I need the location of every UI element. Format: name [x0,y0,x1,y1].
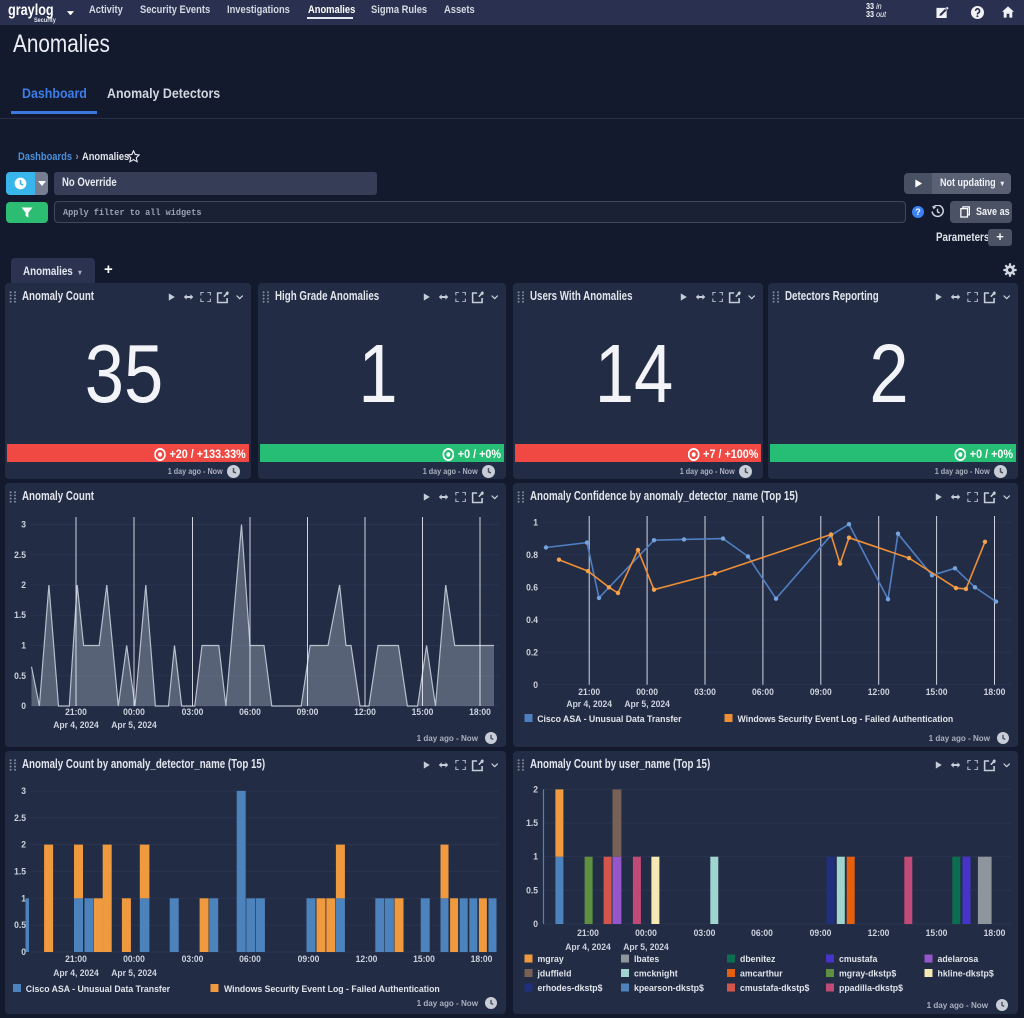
svg-text:21:00: 21:00 [65,954,87,964]
svg-text:12:00: 12:00 [868,928,890,938]
svg-text:2: 2 [21,580,26,590]
svg-text:09:00: 09:00 [810,687,832,697]
svg-text:cmustafa-dkstp$: cmustafa-dkstp$ [740,983,809,993]
svg-text:1 day ago - Now: 1 day ago - Now [417,998,479,1008]
svg-text:0: 0 [533,680,538,690]
svg-text:21:00: 21:00 [578,687,600,697]
svg-text:12:00: 12:00 [868,687,890,697]
svg-text:15:00: 15:00 [413,954,435,964]
svg-text:0.8: 0.8 [526,550,538,560]
svg-text:1 day ago - Now: 1 day ago - Now [927,1000,989,1010]
svg-text:00:00: 00:00 [123,954,145,964]
svg-text:12:00: 12:00 [356,954,378,964]
svg-text:3: 3 [21,786,26,796]
svg-text:Apr 4, 2024: Apr 4, 2024 [53,720,99,730]
svg-text:mgray: mgray [538,954,565,964]
svg-text:Apr 4, 2024: Apr 4, 2024 [565,942,611,952]
svg-text:1.5: 1.5 [526,818,538,828]
svg-text:00:00: 00:00 [123,707,145,717]
svg-text:2: 2 [21,839,26,849]
svg-text:cmcknight: cmcknight [634,968,678,978]
svg-text:18:00: 18:00 [984,687,1006,697]
svg-text:cmustafa: cmustafa [839,954,878,964]
svg-text:1.5: 1.5 [14,610,26,620]
svg-text:1.5: 1.5 [14,866,26,876]
svg-text:adelarosa: adelarosa [938,954,980,964]
svg-text:0.6: 0.6 [526,582,538,592]
svg-text:09:00: 09:00 [810,928,832,938]
svg-text:18:00: 18:00 [984,928,1006,938]
svg-text:Apr 5, 2024: Apr 5, 2024 [624,699,670,709]
svg-text:15:00: 15:00 [926,928,948,938]
svg-text:1 day ago - Now: 1 day ago - Now [929,733,991,743]
svg-text:03:00: 03:00 [694,687,716,697]
svg-text:lbates: lbates [634,954,659,964]
svg-text:03:00: 03:00 [182,954,204,964]
svg-text:0: 0 [21,701,26,711]
svg-text:15:00: 15:00 [926,687,948,697]
svg-text:Windows Security Event Log - F: Windows Security Event Log - Failed Auth… [224,984,440,994]
svg-text:21:00: 21:00 [577,928,599,938]
svg-text:ppadilla-dkstp$: ppadilla-dkstp$ [839,983,903,993]
svg-text:mgray-dkstp$: mgray-dkstp$ [839,968,896,978]
svg-text:03:00: 03:00 [694,928,716,938]
svg-text:Windows Security Event Log - F: Windows Security Event Log - Failed Auth… [738,714,954,724]
svg-text:Cisco ASA - Unusual Data Trans: Cisco ASA - Unusual Data Transfer [537,714,682,724]
svg-text:1: 1 [533,517,538,527]
svg-text:1: 1 [21,893,26,903]
svg-text:06:00: 06:00 [751,928,773,938]
svg-text:0.5: 0.5 [14,671,26,681]
svg-text:0.5: 0.5 [14,920,26,930]
svg-text:09:00: 09:00 [297,707,319,717]
svg-text:09:00: 09:00 [298,954,320,964]
svg-text:12:00: 12:00 [354,707,376,717]
svg-text:Apr 5, 2024: Apr 5, 2024 [623,942,669,952]
svg-text:dbenitez: dbenitez [740,954,776,964]
svg-text:21:00: 21:00 [65,707,87,717]
svg-text:15:00: 15:00 [412,707,434,717]
svg-text:0.4: 0.4 [526,615,538,625]
svg-text:2: 2 [533,784,538,794]
svg-text:06:00: 06:00 [239,707,261,717]
svg-text:hkline-dkstp$: hkline-dkstp$ [938,968,994,978]
svg-text:0: 0 [21,947,26,957]
svg-text:1 day ago - Now: 1 day ago - Now [417,733,479,743]
svg-text:kpearson-dkstp$: kpearson-dkstp$ [634,983,704,993]
svg-text:2.5: 2.5 [14,813,26,823]
svg-text:0: 0 [533,919,538,929]
svg-text:06:00: 06:00 [752,687,774,697]
svg-text:amcarthur: amcarthur [740,968,783,978]
svg-text:03:00: 03:00 [182,707,204,717]
svg-text:Apr 5, 2024: Apr 5, 2024 [111,720,157,730]
svg-text:0.2: 0.2 [526,647,538,657]
svg-text:Apr 4, 2024: Apr 4, 2024 [53,968,99,978]
svg-text:18:00: 18:00 [471,954,493,964]
svg-text:1: 1 [21,640,26,650]
svg-text:1: 1 [533,851,538,861]
svg-text:00:00: 00:00 [635,928,657,938]
svg-text:Apr 5, 2024: Apr 5, 2024 [111,968,157,978]
svg-text:06:00: 06:00 [239,954,261,964]
svg-text:3: 3 [21,519,26,529]
svg-text:Apr 4, 2024: Apr 4, 2024 [566,699,612,709]
svg-text:0.5: 0.5 [526,885,538,895]
svg-text:18:00: 18:00 [469,707,491,717]
svg-text:2.5: 2.5 [14,550,26,560]
svg-text:jduffield: jduffield [537,968,572,978]
svg-text:Cisco ASA - Unusual Data Trans: Cisco ASA - Unusual Data Transfer [26,984,171,994]
svg-text:00:00: 00:00 [636,687,658,697]
svg-text:erhodes-dkstp$: erhodes-dkstp$ [538,983,603,993]
